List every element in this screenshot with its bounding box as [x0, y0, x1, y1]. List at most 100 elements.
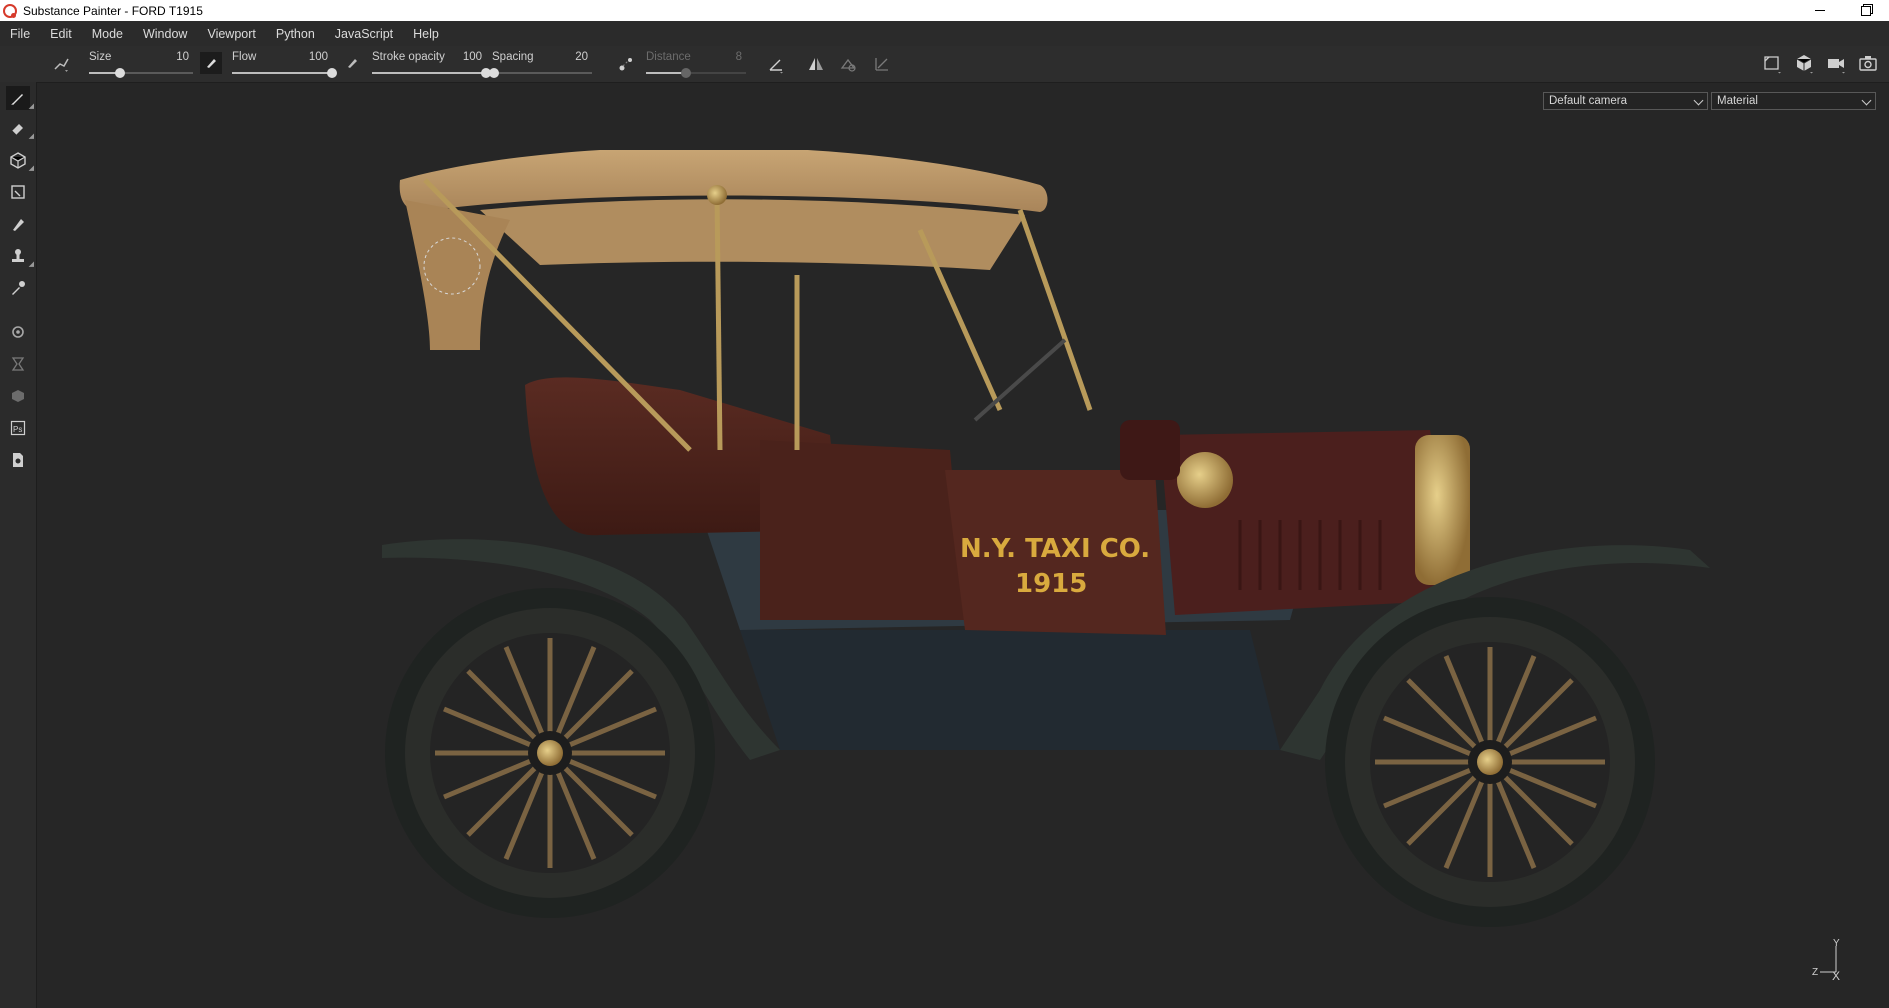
camera-select[interactable]: Default camera [1543, 92, 1708, 110]
stroke-opacity-slider[interactable]: Stroke opacity 100 [372, 48, 491, 80]
distance-fill [646, 72, 686, 74]
window-title: Substance Painter - FORD T1915 [23, 3, 203, 18]
size-pen-pressure-button[interactable] [200, 52, 222, 74]
pen-pressure-icon [348, 59, 357, 68]
restore-button[interactable] [1843, 0, 1889, 21]
minimize-icon [1815, 10, 1825, 11]
polygon-fill-tool[interactable] [6, 180, 30, 204]
line-angle-icon[interactable] [766, 54, 786, 74]
door-decal-year: 1915 [1015, 569, 1087, 599]
photoshop-export-icon: Ps [10, 420, 26, 436]
spacing-slider[interactable]: Spacing 20 [489, 48, 592, 80]
rear-wheel [385, 588, 715, 918]
flow-slider[interactable]: Flow 100 [232, 48, 337, 80]
history-icon [11, 357, 25, 371]
flow-track [232, 68, 337, 78]
photoshop-export-tool[interactable]: Ps [6, 416, 30, 440]
projection-icon [10, 152, 26, 169]
eraser-icon [11, 124, 23, 136]
color-picker-icon [12, 281, 25, 295]
display-channel-value: Material [1717, 95, 1758, 107]
restore-icon [1861, 5, 1871, 16]
tool-properties-bar: Size 10 Flow 100 Stroke opacity 100 Spac… [0, 46, 1889, 83]
spacing-track [489, 68, 592, 78]
menu-viewport[interactable]: Viewport [197, 27, 265, 41]
radiator [1415, 435, 1470, 585]
screenshot-icon[interactable] [1857, 52, 1879, 74]
menu-javascript[interactable]: JavaScript [325, 27, 403, 41]
lazy-mouse-icon[interactable] [616, 54, 636, 74]
viewport-layout-icon[interactable] [1761, 52, 1783, 74]
stroke-opacity-track [372, 68, 491, 78]
stroke-opacity-label: Stroke opacity [372, 51, 445, 63]
spacing-label: Spacing [492, 51, 534, 63]
bake-settings-icon [12, 326, 24, 338]
door-decal-text: N.Y. TAXI CO. [960, 534, 1150, 564]
plugin-icon [12, 390, 24, 402]
stroke-opacity-value[interactable]: 100 [463, 51, 482, 63]
menu-edit[interactable]: Edit [40, 27, 82, 41]
clone-icon [12, 249, 24, 262]
smudge-tool[interactable] [6, 212, 30, 236]
distance-label: Distance [646, 51, 691, 63]
camera-icon[interactable] [1825, 52, 1847, 74]
export-icon [13, 453, 23, 467]
color-picker-tool[interactable] [6, 276, 30, 300]
size-slider[interactable]: Size 10 [89, 48, 193, 80]
dashboard [1120, 420, 1180, 480]
spacing-value[interactable]: 20 [575, 51, 588, 63]
distance-knob[interactable] [681, 68, 691, 78]
distance-slider[interactable]: Distance 8 [646, 48, 746, 80]
menu-bar: File Edit Mode Window Viewport Python Ja… [0, 21, 1889, 46]
projection-tool[interactable]: ◢ [6, 148, 34, 172]
body-door [760, 440, 965, 620]
distance-value[interactable]: 8 [736, 51, 742, 63]
chevron-down-icon [1861, 95, 1872, 106]
polygon-fill-icon [11, 185, 25, 199]
svg-text:Ps: Ps [13, 425, 22, 434]
title-bar: Substance Painter - FORD T1915 [0, 0, 1889, 21]
brush-preset-icon[interactable] [52, 54, 72, 74]
size-track [89, 68, 193, 78]
minimize-button[interactable] [1797, 0, 1843, 21]
menu-help[interactable]: Help [403, 27, 449, 41]
flow-pen-pressure-button[interactable] [341, 52, 363, 74]
canopy-rear-drape [405, 200, 510, 350]
axis-x-label: X [1832, 969, 1840, 983]
stroke-opacity-fill [372, 72, 486, 74]
menu-mode[interactable]: Mode [82, 27, 133, 41]
pen-pressure-icon [207, 59, 216, 68]
eraser-tool[interactable]: ◢ [6, 116, 34, 140]
camera-select-value: Default camera [1549, 95, 1627, 107]
export-tool[interactable] [6, 448, 30, 472]
display-channel-select[interactable]: Material [1711, 92, 1876, 110]
distance-track [646, 68, 746, 78]
ford-t-model[interactable]: N.Y. TAXI CO. 1915 [360, 150, 1730, 940]
flow-knob[interactable] [327, 68, 337, 78]
paint-tool[interactable]: ◢ [6, 86, 34, 110]
spacing-knob[interactable] [489, 68, 499, 78]
smudge-icon [13, 219, 24, 231]
symmetry-settings-icon[interactable] [838, 54, 858, 74]
size-label: Size [89, 51, 112, 63]
size-knob[interactable] [115, 68, 126, 78]
strut-knob [707, 185, 727, 205]
menu-window[interactable]: Window [133, 27, 197, 41]
tool-column: ◢ ◢ ◢ ◢ Ps [0, 82, 37, 1008]
menu-python[interactable]: Python [266, 27, 325, 41]
clone-tool[interactable]: ◢ [6, 244, 34, 268]
symmetry-icon[interactable] [806, 54, 826, 74]
flow-fill [232, 72, 332, 74]
running-board [740, 630, 1280, 750]
flow-value[interactable]: 100 [309, 51, 328, 63]
display-mode-icon[interactable] [1793, 52, 1815, 74]
transform-icon[interactable] [872, 54, 892, 74]
bake-settings-tool[interactable] [6, 320, 30, 344]
size-value[interactable]: 10 [176, 51, 189, 63]
chevron-down-icon [1693, 95, 1704, 106]
menu-file[interactable]: File [0, 27, 40, 41]
paint-brush-icon [11, 94, 23, 105]
history-tool[interactable] [6, 352, 30, 376]
front-wheel [1325, 597, 1655, 927]
plugin-tool[interactable] [6, 384, 30, 408]
